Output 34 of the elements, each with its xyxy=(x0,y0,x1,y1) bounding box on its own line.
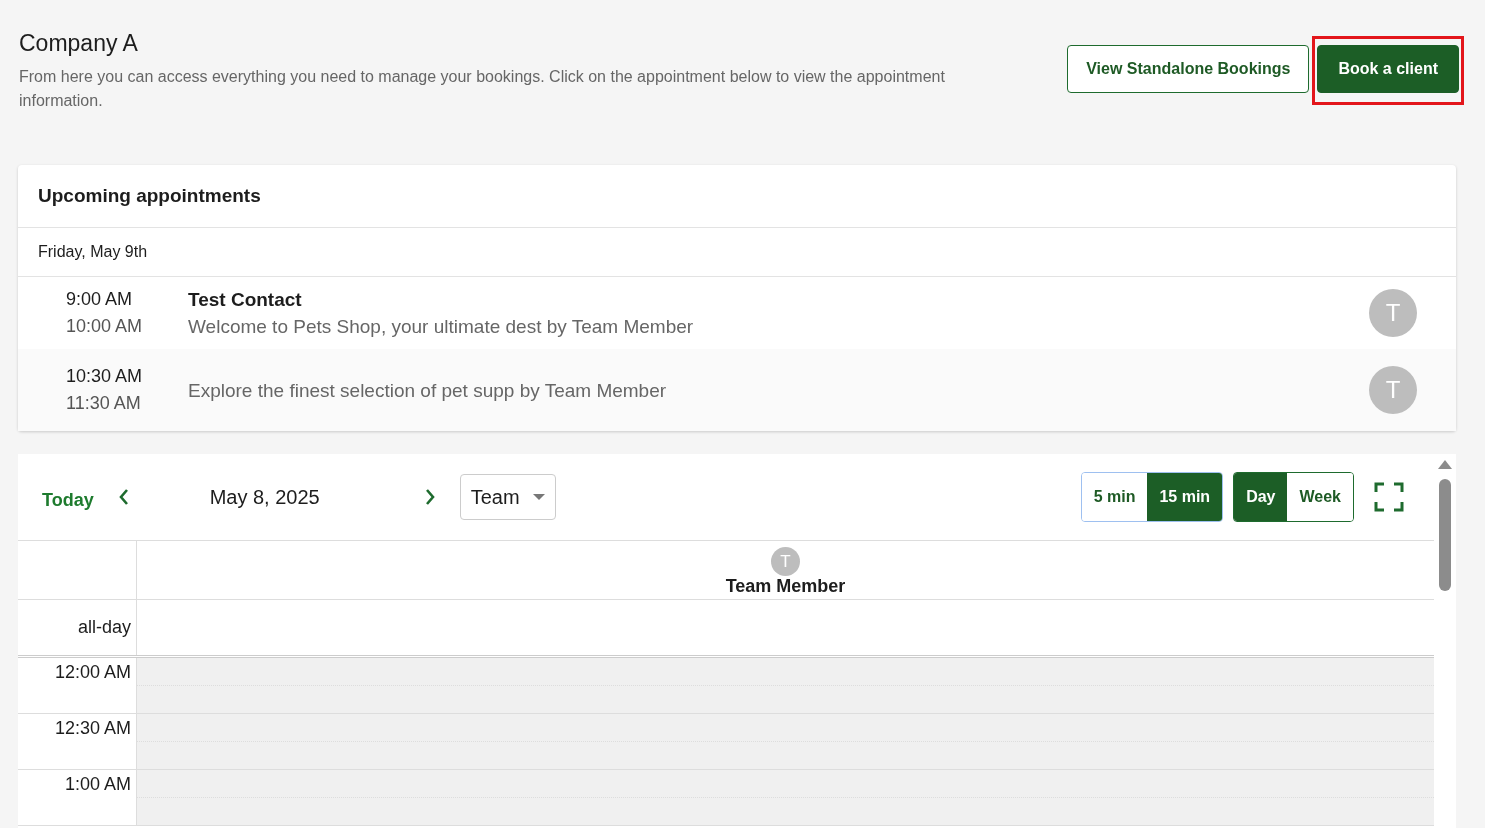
time-label: 12:00 AM xyxy=(54,662,131,683)
bookings-button[interactable]: View Standalone Bookings xyxy=(1067,45,1310,93)
page-title: Company A xyxy=(19,30,139,57)
resource-name: Team Member xyxy=(725,576,846,597)
scroll-up-icon[interactable] xyxy=(1438,460,1452,469)
date-heading: Friday, May 9th xyxy=(38,243,148,261)
appointment-row[interactable]: 9:00 AM 10:00 AM Test Contact Welcome to Pets Shop, your ultimate dest by Team Member T xyxy=(18,277,1456,349)
next-icon[interactable] xyxy=(423,488,436,506)
card-title: Upcoming appointments xyxy=(38,185,261,207)
end-time: 10:00 AM xyxy=(66,315,144,338)
previous-icon[interactable] xyxy=(117,488,130,506)
view-tab[interactable]: Day xyxy=(1234,473,1288,521)
avatar: T xyxy=(771,547,800,576)
today-button[interactable]: Today xyxy=(42,485,94,515)
page-description: From here you can access everything you need to manage your bookings. Click on the appointment below to view the appointment information. xyxy=(19,67,946,111)
team-dropdown[interactable]: Team xyxy=(459,474,556,520)
appointment-description: Welcome to Pets Shop, your ultimate dest by Team Member xyxy=(188,315,695,339)
all-day-label: all-day xyxy=(77,617,131,638)
appointment-description: Explore the finest selection of pet supp by Team Member xyxy=(188,378,668,403)
book-button[interactable]: Book a client xyxy=(1317,45,1459,93)
scrollbar-thumb[interactable] xyxy=(1439,479,1451,591)
client-name: Test Contact xyxy=(188,288,303,312)
calendar-date: May 8, 2025 xyxy=(208,485,321,509)
fullscreen-icon[interactable] xyxy=(1374,482,1404,512)
end-time: 11:30 AM xyxy=(66,392,142,415)
time-label: 12:30 AM xyxy=(54,718,131,739)
time-label: 1:00 AM xyxy=(64,774,131,795)
start-time: 10:30 AM xyxy=(66,365,144,388)
interval-toggle[interactable]: 15 min xyxy=(1147,473,1223,521)
avatar: T xyxy=(1369,289,1417,337)
start-time: 9:00 AM xyxy=(66,288,134,311)
caret-icon xyxy=(532,494,545,500)
avatar: T xyxy=(1369,366,1417,414)
appointment-row[interactable]: 10:30 AM 11:30 AM Explore the finest selection of pet supp by Team Member T xyxy=(18,349,1456,431)
